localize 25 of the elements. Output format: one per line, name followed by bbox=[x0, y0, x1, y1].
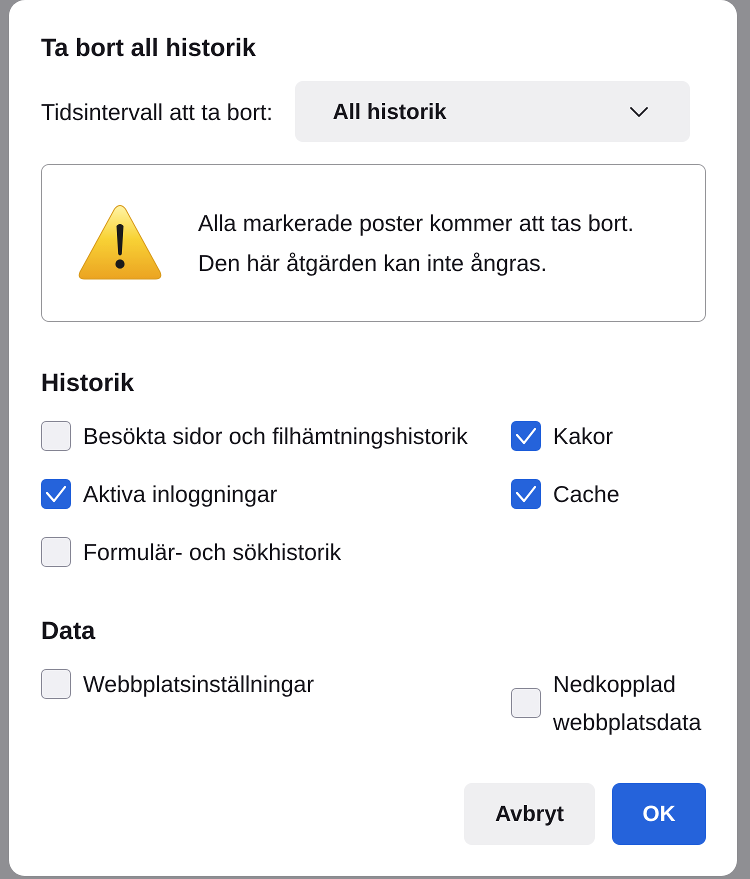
section-heading: Historik bbox=[41, 368, 134, 398]
option-label: Cache bbox=[553, 480, 620, 509]
option-label: Formulär- och sökhistorik bbox=[83, 538, 342, 567]
section-heading: Data bbox=[41, 616, 96, 646]
checkbox[interactable] bbox=[41, 669, 71, 699]
warning-text: Den här åtgärden kan inte ångras. bbox=[198, 249, 548, 278]
time-range-dropdown[interactable]: All historik bbox=[294, 81, 690, 142]
checkbox[interactable] bbox=[511, 688, 541, 718]
option-label: Nedkopplad webbplatsdata bbox=[553, 670, 702, 737]
checkbox[interactable] bbox=[511, 479, 541, 509]
ok-button[interactable]: OK bbox=[612, 783, 706, 845]
checkbox[interactable] bbox=[41, 537, 71, 567]
warning-text: Alla markerade poster kommer att tas bort. bbox=[198, 209, 634, 238]
option-label: Webbplatsinställningar bbox=[83, 670, 314, 699]
checkbox[interactable] bbox=[41, 421, 71, 451]
option-label: Kakor bbox=[553, 422, 614, 451]
option-label: Aktiva inloggningar bbox=[83, 480, 278, 509]
time-range-label: Tidsintervall att ta bort: bbox=[41, 98, 273, 126]
checkbox[interactable] bbox=[41, 479, 71, 509]
warning-icon bbox=[78, 204, 162, 282]
dialog-title: Ta bort all historik bbox=[41, 33, 256, 63]
option-label: Besökta sidor och filhämtningshistorik bbox=[83, 422, 468, 451]
chevron-down-icon bbox=[630, 106, 648, 116]
checkbox[interactable] bbox=[511, 421, 541, 451]
cancel-button[interactable]: Avbryt bbox=[464, 783, 595, 845]
